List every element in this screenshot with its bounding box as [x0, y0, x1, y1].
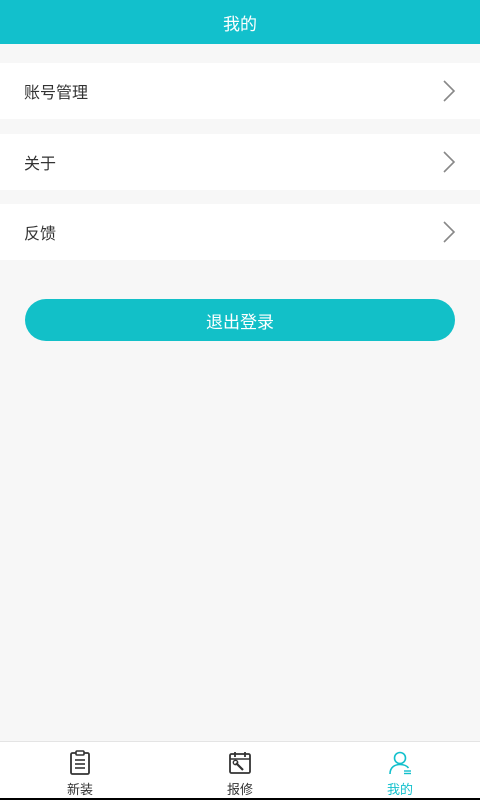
logout-button[interactable]: 退出登录 [25, 299, 455, 341]
menu-item-account-management[interactable]: 账号管理 [0, 63, 480, 119]
bottom-tab-bar: 新装 报修 我的 [0, 741, 480, 799]
tab-mine[interactable]: 我的 [320, 742, 480, 799]
menu-item-label: 关于 [24, 154, 57, 173]
menu-item-label: 反馈 [24, 224, 57, 243]
clipboard-icon [70, 750, 90, 775]
chevron-right-icon [443, 80, 456, 102]
tab-new-install[interactable]: 新装 [0, 742, 160, 799]
menu-item-feedback[interactable]: 反馈 [0, 204, 480, 260]
user-icon [389, 751, 411, 775]
tab-label: 我的 [386, 783, 413, 798]
page-title: 我的 [223, 14, 257, 35]
menu-item-label: 账号管理 [24, 83, 89, 102]
chevron-right-icon [443, 151, 456, 173]
chevron-right-icon [443, 221, 456, 243]
calendar-wrench-icon [229, 752, 251, 774]
menu-item-about[interactable]: 关于 [0, 134, 480, 190]
tab-label: 新装 [66, 783, 93, 798]
tab-repair[interactable]: 报修 [160, 742, 320, 799]
app-header: 我的 [0, 0, 480, 44]
tab-label: 报修 [226, 783, 253, 798]
logout-button-label: 退出登录 [206, 312, 274, 333]
